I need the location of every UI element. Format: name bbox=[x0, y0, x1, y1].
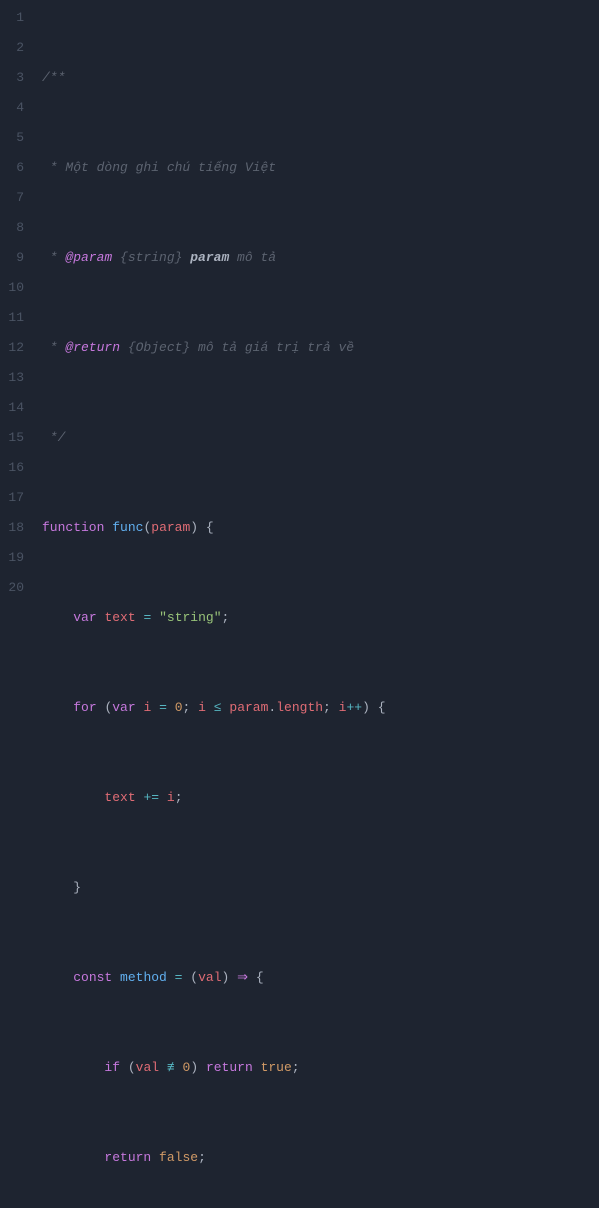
line-number: 18 bbox=[0, 513, 24, 543]
code-line: for (var i = 0; i ≤ param.length; i++) { bbox=[42, 693, 599, 723]
line-number: 8 bbox=[0, 213, 24, 243]
code-line: return false; bbox=[42, 1143, 599, 1173]
line-number: 17 bbox=[0, 483, 24, 513]
code-line: if (val ≢ 0) return true; bbox=[42, 1053, 599, 1083]
code-line: } bbox=[42, 873, 599, 903]
code-line: * @return {Object} mô tả giá trị trả về bbox=[42, 333, 599, 363]
line-number: 9 bbox=[0, 243, 24, 273]
line-number: 6 bbox=[0, 153, 24, 183]
line-number: 2 bbox=[0, 33, 24, 63]
code-line: * Một dòng ghi chú tiếng Việt bbox=[42, 153, 599, 183]
code-line: text += i; bbox=[42, 783, 599, 813]
line-number: 14 bbox=[0, 393, 24, 423]
line-number: 4 bbox=[0, 93, 24, 123]
code-line: /** bbox=[42, 63, 599, 93]
code-editor[interactable]: 1 2 3 4 5 6 7 8 9 10 11 12 13 14 15 16 1… bbox=[0, 0, 599, 604]
line-number-gutter: 1 2 3 4 5 6 7 8 9 10 11 12 13 14 15 16 1… bbox=[0, 0, 42, 604]
line-number: 11 bbox=[0, 303, 24, 333]
code-line: var text = "string"; bbox=[42, 603, 599, 633]
line-number: 3 bbox=[0, 63, 24, 93]
code-line: function func(param) { bbox=[42, 513, 599, 543]
line-number: 1 bbox=[0, 3, 24, 33]
line-number: 5 bbox=[0, 123, 24, 153]
code-line: * @param {string} param mô tả bbox=[42, 243, 599, 273]
line-number: 13 bbox=[0, 363, 24, 393]
code-content[interactable]: /** * Một dòng ghi chú tiếng Việt * @par… bbox=[42, 0, 599, 604]
line-number: 19 bbox=[0, 543, 24, 573]
line-number: 10 bbox=[0, 273, 24, 303]
line-number: 15 bbox=[0, 423, 24, 453]
line-number: 7 bbox=[0, 183, 24, 213]
code-line: */ bbox=[42, 423, 599, 453]
line-number: 12 bbox=[0, 333, 24, 363]
code-line: const method = (val) ⇒ { bbox=[42, 963, 599, 993]
line-number: 20 bbox=[0, 573, 24, 603]
line-number: 16 bbox=[0, 453, 24, 483]
